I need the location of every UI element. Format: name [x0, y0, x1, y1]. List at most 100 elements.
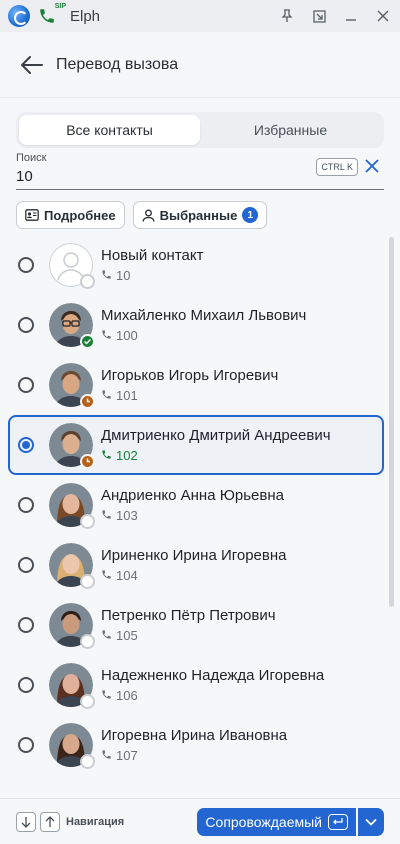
status-offline-icon — [80, 574, 95, 589]
contact-extension: 105 — [101, 628, 276, 643]
extension-number: 103 — [116, 508, 138, 523]
restore-button[interactable] — [310, 7, 328, 25]
contact-row[interactable]: Михайленко Михаил Львович 100 — [8, 295, 384, 355]
status-online-icon — [80, 334, 95, 349]
contact-name: Новый контакт — [101, 247, 204, 264]
nav-down-key[interactable] — [16, 811, 36, 832]
clear-search-button[interactable] — [362, 156, 382, 176]
details-button[interactable]: Подробнее — [16, 201, 125, 229]
title-bar: SIP Elph — [0, 0, 400, 32]
contact-row[interactable]: Ириненко Ирина Игоревна 104 — [8, 535, 384, 595]
attended-transfer-label: Сопровождаемый — [205, 813, 322, 830]
contact-info: Игоревна Ирина Ивановна 107 — [101, 727, 287, 763]
avatar — [49, 603, 95, 649]
status-away-icon — [80, 394, 95, 409]
contact-card-icon — [25, 209, 39, 221]
contact-name: Петренко Пётр Петрович — [101, 607, 276, 624]
scrollbar[interactable] — [388, 235, 394, 795]
contact-radio[interactable] — [18, 617, 34, 633]
contact-row[interactable]: Надежненко Надежда Игоревна 106 — [8, 655, 384, 715]
search-field: Поиск CTRL K — [16, 150, 384, 190]
close-window-button[interactable] — [374, 7, 392, 25]
status-offline-icon — [80, 634, 95, 649]
arrow-left-icon — [21, 55, 43, 74]
search-input[interactable] — [16, 166, 296, 186]
status-offline-icon — [80, 754, 95, 769]
chevron-down-icon — [365, 818, 377, 826]
restore-icon — [312, 9, 326, 23]
contact-radio[interactable] — [18, 737, 34, 753]
app-logo-icon — [8, 5, 30, 27]
status-away-icon — [80, 454, 95, 469]
contact-info: Дмитриенко Дмитрий Андреевич 102 — [101, 427, 331, 463]
status-offline-icon — [80, 514, 95, 529]
back-button[interactable] — [20, 53, 44, 77]
page-header: Перевод вызова — [0, 32, 400, 98]
contact-extension: 103 — [101, 508, 284, 523]
contact-extension: 107 — [101, 748, 287, 763]
contact-radio[interactable] — [18, 317, 34, 333]
extension-number: 107 — [116, 748, 138, 763]
contact-name: Ириненко Ирина Игоревна — [101, 547, 287, 564]
selected-label: Выбранные — [159, 207, 238, 223]
selected-count-badge: 1 — [242, 207, 259, 223]
contact-name: Михайленко Михаил Львович — [101, 307, 307, 324]
sip-phone-icon: SIP — [38, 3, 66, 27]
details-label: Подробнее — [44, 207, 116, 223]
tab-favorites[interactable]: Избранные — [200, 115, 381, 145]
contact-radio[interactable] — [18, 437, 34, 453]
selected-button[interactable]: Выбранные 1 — [132, 201, 268, 229]
search-label: Поиск — [16, 152, 47, 164]
filter-chips: Подробнее Выбранные 1 — [16, 201, 268, 229]
contact-extension: 106 — [101, 688, 324, 703]
contact-extension: 10 — [101, 268, 203, 283]
avatar — [49, 483, 95, 529]
phone-icon — [101, 448, 112, 463]
extension-number: 105 — [116, 628, 138, 643]
contact-radio[interactable] — [18, 377, 34, 393]
extension-number: 104 — [116, 568, 138, 583]
contact-name: Игорьков Игорь Игоревич — [101, 367, 279, 384]
contact-tabs: Все контакты Избранные — [16, 112, 384, 148]
contact-info: Новый контакт 10 — [101, 247, 203, 283]
status-offline-icon — [80, 694, 95, 709]
phone-icon — [101, 508, 112, 523]
contact-row[interactable]: Игоревна Ирина Ивановна 107 — [8, 715, 384, 775]
transfer-options-button[interactable] — [358, 807, 384, 836]
contact-name: Андриенко Анна Юрьевна — [101, 487, 284, 504]
contact-extension: 100 — [101, 328, 306, 343]
arrow-down-icon — [21, 816, 31, 828]
contact-extension: 104 — [101, 568, 287, 583]
page-title: Перевод вызова — [56, 55, 179, 73]
extension-number: 102 — [116, 448, 138, 463]
minimize-button[interactable] — [342, 7, 360, 25]
contact-radio[interactable] — [18, 557, 34, 573]
contact-row[interactable]: Андриенко Анна Юрьевна 103 — [8, 475, 384, 535]
scrollbar-thumb[interactable] — [389, 237, 394, 607]
contact-radio[interactable] — [18, 497, 34, 513]
attended-transfer-button[interactable]: Сопровождаемый — [197, 807, 356, 836]
app-name: Elph — [70, 7, 101, 25]
contact-radio[interactable] — [18, 677, 34, 693]
nav-up-key[interactable] — [40, 811, 60, 832]
tab-all-contacts[interactable]: Все контакты — [19, 115, 200, 145]
contact-name: Надежненко Надежда Игоревна — [101, 667, 325, 684]
close-icon — [377, 10, 389, 22]
contact-row[interactable]: Петренко Пётр Петрович 105 — [8, 595, 384, 655]
enter-key-icon — [328, 813, 348, 830]
contact-row[interactable]: Игорьков Игорь Игоревич 101 — [8, 355, 384, 415]
avatar — [49, 243, 95, 289]
status-offline-icon — [80, 274, 95, 289]
close-icon — [365, 159, 379, 173]
phone-icon — [101, 328, 112, 343]
avatar — [49, 543, 95, 589]
phone-icon — [101, 628, 112, 643]
contact-row[interactable]: Дмитриенко Дмитрий Андреевич 102 — [8, 415, 384, 475]
contact-radio[interactable] — [18, 257, 34, 273]
contact-info: Надежненко Надежда Игоревна 106 — [101, 667, 324, 703]
radio-selected-dot — [22, 441, 30, 449]
phone-icon — [101, 688, 112, 703]
phone-icon — [101, 748, 112, 763]
contact-row[interactable]: Новый контакт 10 — [8, 235, 384, 295]
pin-button[interactable] — [278, 7, 296, 25]
